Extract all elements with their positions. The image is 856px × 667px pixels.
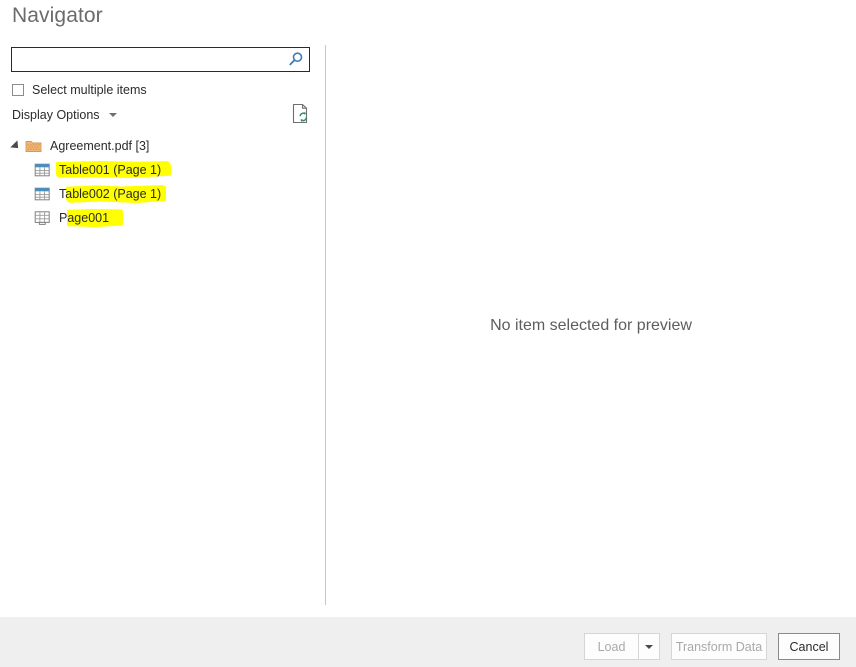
navigator-tree: Agreement.pdf [3] Table001 (Page 1) Tabl… [0, 134, 325, 230]
search-icon[interactable] [287, 51, 305, 68]
tree-item-label-highlighted: Page001 [59, 211, 109, 225]
transform-data-button[interactable]: Transform Data [671, 633, 767, 660]
cancel-button[interactable]: Cancel [778, 633, 840, 660]
tree-item-label: Table002 (Page 1) [59, 187, 162, 201]
chevron-down-icon[interactable] [645, 644, 653, 649]
chevron-down-icon[interactable] [108, 113, 117, 117]
load-split-button[interactable]: Load [584, 633, 660, 660]
tree-item-table001[interactable]: Table001 (Page 1) [0, 158, 325, 182]
table-icon [34, 186, 51, 202]
tree-item-label-highlighted: Table001 (Page 1) [59, 163, 161, 177]
display-options-label: Display Options [12, 108, 100, 122]
tree-item-label: Agreement.pdf [3] [50, 139, 150, 153]
expander-triangle-icon[interactable] [10, 140, 22, 152]
tree-item-label-highlighted: Table002 (Page 1) [59, 187, 161, 201]
search-input[interactable] [12, 48, 284, 71]
tree-item-page001[interactable]: Page001 [0, 206, 325, 230]
refresh-document-icon[interactable] [291, 103, 310, 124]
left-pane: Select multiple items Display Options Ag… [0, 40, 325, 605]
select-multiple-items-checkbox[interactable] [12, 84, 24, 96]
footer-button-group: Load Transform Data Cancel [584, 633, 840, 660]
load-button[interactable]: Load [584, 633, 638, 660]
tree-item-table002[interactable]: Table002 (Page 1) [0, 182, 325, 206]
tree-item-agreement-pdf[interactable]: Agreement.pdf [3] [0, 134, 325, 158]
navigator-dialog: Navigator Select multiple items Display … [0, 0, 856, 667]
load-dropdown-button[interactable] [638, 633, 660, 660]
select-multiple-items-row[interactable]: Select multiple items [12, 81, 147, 99]
table-icon [34, 162, 51, 178]
page-grid-icon [34, 210, 51, 226]
select-multiple-items-label: Select multiple items [32, 83, 147, 97]
preview-pane: No item selected for preview [326, 40, 856, 605]
preview-empty-message: No item selected for preview [490, 317, 692, 334]
tree-item-label: Table001 (Page 1) [59, 163, 162, 177]
tree-item-label: Page001 [59, 211, 110, 225]
pdf-folder-icon [25, 138, 42, 154]
search-box[interactable] [11, 47, 310, 72]
display-options-button[interactable]: Display Options [12, 106, 117, 124]
page-title: Navigator [12, 4, 103, 27]
dialog-footer: Load Transform Data Cancel [0, 617, 856, 667]
